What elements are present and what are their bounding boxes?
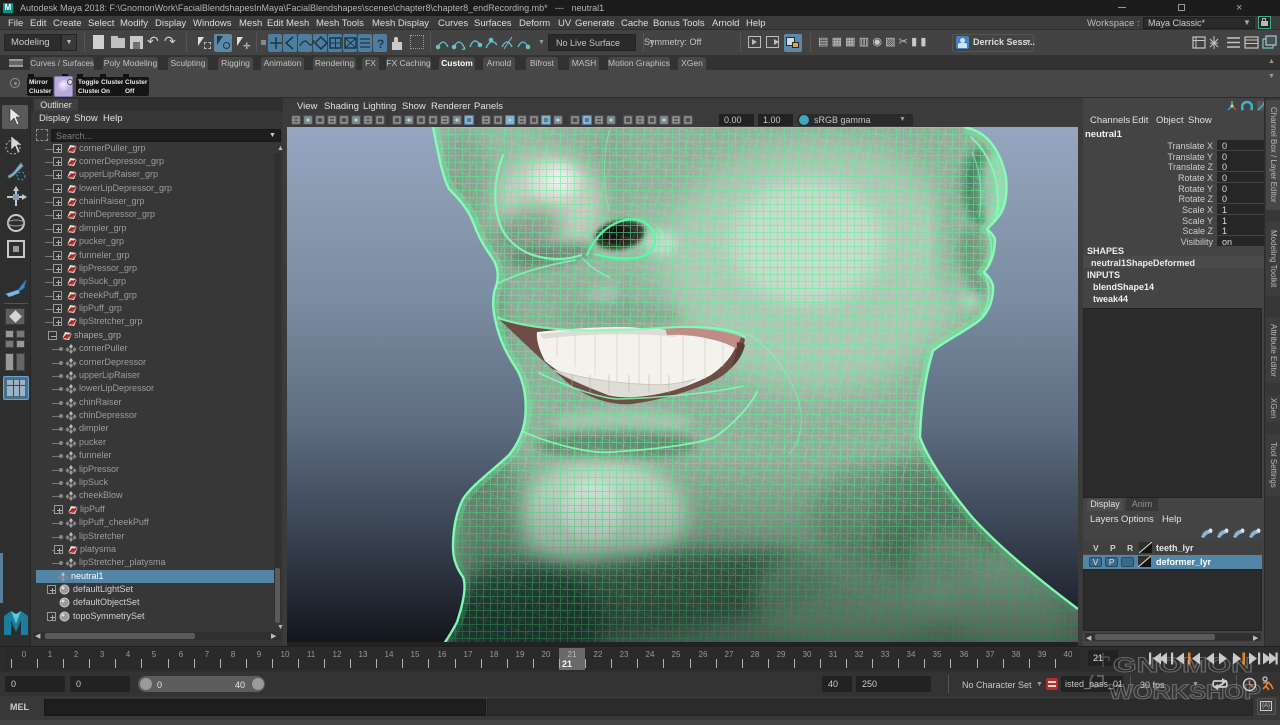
svg-text:?: ? [377,37,384,51]
